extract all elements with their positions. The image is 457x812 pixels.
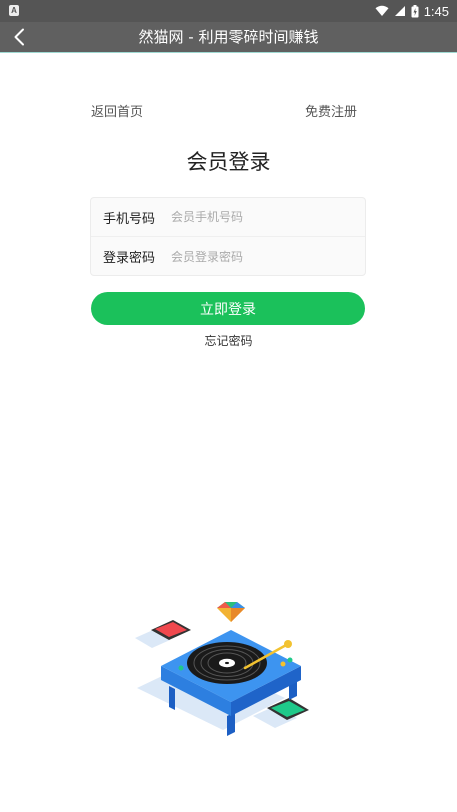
phone-row: 手机号码 bbox=[91, 198, 365, 237]
login-form: 手机号码 登录密码 bbox=[90, 197, 366, 276]
diamond-icon bbox=[217, 602, 245, 622]
back-home-link[interactable]: 返回首页 bbox=[91, 101, 143, 120]
app-title: 然猫网 - 利用零碎时间赚钱 bbox=[138, 28, 319, 46]
free-register-link[interactable]: 免费注册 bbox=[305, 101, 357, 120]
phone-input[interactable] bbox=[171, 202, 365, 232]
status-time: 1:45 bbox=[423, 3, 449, 19]
forgot-password-link[interactable]: 忘记密码 bbox=[0, 332, 457, 349]
turntable-illustration bbox=[135, 602, 309, 736]
password-input[interactable] bbox=[171, 241, 365, 272]
app-bar: 然猫网 - 利用零碎时间赚钱 bbox=[0, 22, 457, 52]
password-label: 登录密码 bbox=[103, 251, 156, 266]
status-bar: A 1:45 bbox=[0, 0, 457, 22]
top-links: 返回首页 免费注册 bbox=[91, 101, 357, 121]
status-icons: 1:45 bbox=[375, 0, 449, 22]
app-bar-divider bbox=[0, 52, 457, 53]
notification-icon: A bbox=[9, 5, 19, 16]
login-button[interactable]: 立即登录 bbox=[91, 292, 365, 325]
page-title: 会员登录 bbox=[186, 150, 271, 174]
signal-icon bbox=[394, 6, 405, 16]
wifi-icon bbox=[375, 5, 389, 16]
battery-icon bbox=[411, 4, 419, 17]
phone-label: 手机号码 bbox=[103, 211, 156, 227]
password-row: 登录密码 bbox=[91, 237, 365, 276]
